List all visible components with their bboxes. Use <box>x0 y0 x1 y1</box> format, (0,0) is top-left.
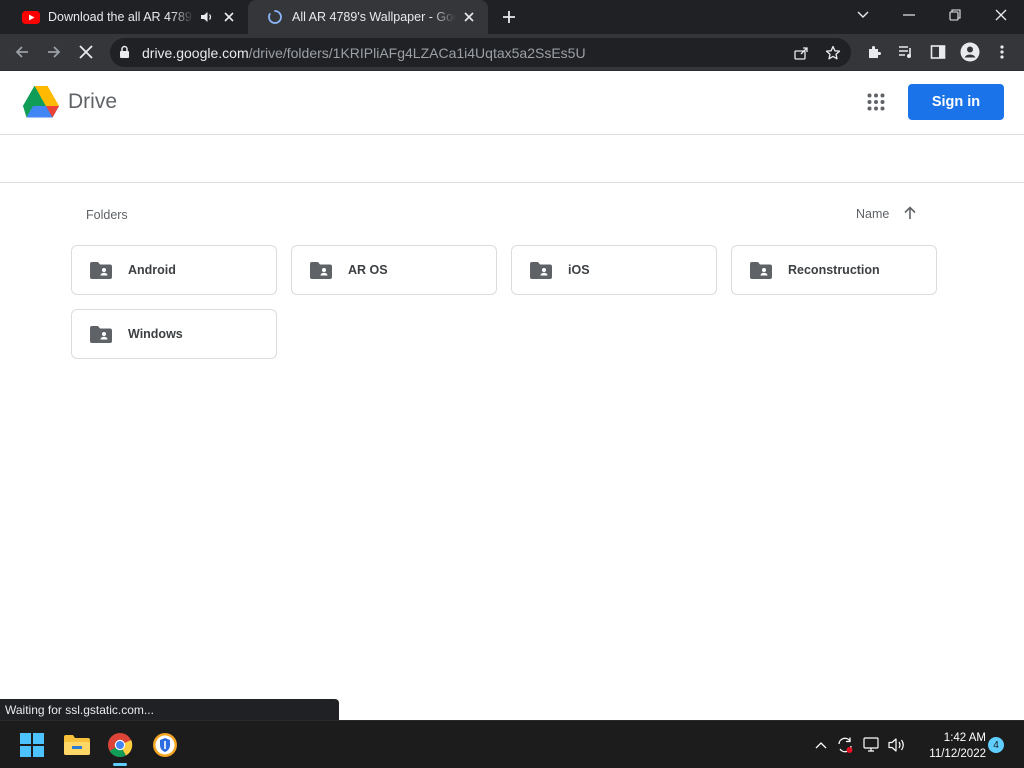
system-clock[interactable]: 1:42 AM 11/12/2022 <box>914 730 986 762</box>
folder-name: Windows <box>128 327 183 341</box>
google-apps-icon[interactable] <box>862 88 890 116</box>
url-text[interactable]: drive.google.com/drive/folders/1KRIPliAF… <box>142 45 586 61</box>
folder-name: Android <box>128 263 176 277</box>
folder-name: AR OS <box>348 263 388 277</box>
windows-taskbar: 1:42 AM 11/12/2022 4 <box>0 720 1024 768</box>
chrome-icon[interactable] <box>104 729 136 761</box>
clock-time: 1:42 AM <box>943 732 986 744</box>
back-icon[interactable] <box>9 39 35 65</box>
lock-icon[interactable] <box>119 45 130 64</box>
side-panel-icon[interactable] <box>925 39 951 65</box>
drive-header: Drive Sign in <box>0 71 1024 135</box>
sync-status-icon[interactable] <box>835 735 855 755</box>
restore-icon[interactable] <box>932 0 978 30</box>
folder-item[interactable]: iOS <box>511 245 717 295</box>
share-icon[interactable] <box>791 43 811 63</box>
stop-loading-icon[interactable] <box>73 39 99 65</box>
new-tab-button[interactable] <box>498 6 520 28</box>
folder-name: Reconstruction <box>788 263 880 277</box>
close-tab-icon[interactable] <box>220 8 238 26</box>
app-title[interactable]: Drive <box>68 90 117 114</box>
extensions-icon[interactable] <box>861 39 887 65</box>
drive-toolbar-area <box>0 135 1024 183</box>
bookmark-star-icon[interactable] <box>823 43 843 63</box>
shared-folder-icon <box>310 261 332 279</box>
browser-tab-strip: Download the all AR 4789 Co All AR 4789'… <box>0 0 1024 34</box>
notification-count-badge[interactable]: 4 <box>988 737 1004 753</box>
folder-item[interactable]: Windows <box>71 309 277 359</box>
folder-name: iOS <box>568 263 590 277</box>
sort-by-name-button[interactable]: Name <box>856 207 889 221</box>
shared-folder-icon <box>530 261 552 279</box>
shared-folder-icon <box>750 261 772 279</box>
url-path: /drive/folders/1KRIPliAFg4LZACa1i4Uqtax5… <box>248 45 586 61</box>
folder-item[interactable]: AR OS <box>291 245 497 295</box>
folders-section-title: Folders <box>86 208 128 222</box>
forward-icon[interactable] <box>41 39 67 65</box>
active-app-indicator <box>113 763 127 766</box>
loading-status-text: Waiting for ssl.gstatic.com... <box>0 699 339 720</box>
volume-icon[interactable] <box>887 735 907 755</box>
browser-toolbar: drive.google.com/drive/folders/1KRIPliAF… <box>0 34 1024 71</box>
browser-menu-icon[interactable] <box>989 39 1015 65</box>
close-icon[interactable] <box>978 0 1024 30</box>
sort-ascending-icon[interactable] <box>902 205 918 221</box>
close-tab-icon[interactable] <box>460 8 478 26</box>
folder-item[interactable]: Android <box>71 245 277 295</box>
show-hidden-icons-icon[interactable] <box>811 735 831 755</box>
shared-folder-icon <box>90 261 112 279</box>
tab-search-icon[interactable] <box>840 0 886 30</box>
address-bar[interactable]: drive.google.com/drive/folders/1KRIPliAF… <box>110 38 851 67</box>
vpn-shield-app-icon[interactable] <box>149 729 181 761</box>
windows-start-icon[interactable] <box>16 729 48 761</box>
loading-spinner-icon <box>266 8 284 26</box>
drive-logo-icon[interactable] <box>22 85 60 124</box>
network-icon[interactable] <box>862 735 882 755</box>
folder-item[interactable]: Reconstruction <box>731 245 937 295</box>
audio-playing-icon[interactable] <box>198 8 216 26</box>
file-explorer-icon[interactable] <box>61 729 93 761</box>
clock-date: 11/12/2022 <box>929 748 986 760</box>
tab-youtube[interactable]: Download the all AR 4789 Co <box>4 0 248 34</box>
minimize-icon[interactable] <box>886 0 932 30</box>
tab-title: All AR 4789's Wallpaper - Google <box>292 10 456 24</box>
profile-avatar-icon[interactable] <box>957 39 983 65</box>
url-host: drive.google.com <box>142 45 249 61</box>
tab-title: Download the all AR 4789 Co <box>48 10 194 24</box>
tab-google-drive[interactable]: All AR 4789's Wallpaper - Google <box>248 0 488 34</box>
shared-folder-icon <box>90 325 112 343</box>
media-control-icon[interactable] <box>893 39 919 65</box>
sign-in-button[interactable]: Sign in <box>908 84 1004 120</box>
youtube-icon <box>22 8 40 26</box>
